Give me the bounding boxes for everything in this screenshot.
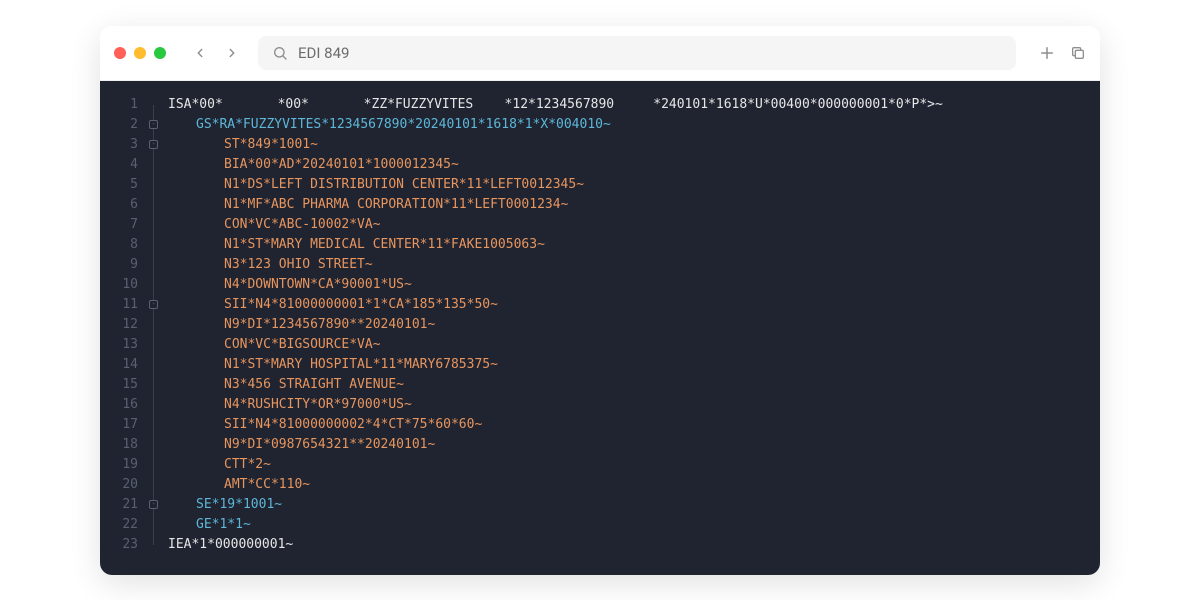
window-controls: [114, 47, 166, 59]
fold-toggle[interactable]: -: [149, 300, 158, 309]
code-line[interactable]: SII*N4*81000000002*4*CT*75*60*60~: [168, 415, 1080, 435]
chevron-left-icon: [193, 46, 207, 60]
line-number: 8: [100, 235, 138, 255]
line-number: 17: [100, 415, 138, 435]
new-tab-button[interactable]: [1038, 44, 1056, 62]
code-line[interactable]: N9*DI*1234567890**20240101~: [168, 315, 1080, 335]
code-line[interactable]: GE*1*1~: [168, 515, 1080, 535]
code-line[interactable]: N3*456 STRAIGHT AVENUE~: [168, 375, 1080, 395]
code-line[interactable]: N1*MF*ABC PHARMA CORPORATION*11*LEFT0001…: [168, 195, 1080, 215]
code-line[interactable]: SE*19*1001~: [168, 495, 1080, 515]
line-number: 4: [100, 155, 138, 175]
copy-icon: [1070, 45, 1086, 61]
fold-toggle[interactable]: -: [149, 140, 158, 149]
line-number: 5: [100, 175, 138, 195]
line-number: 12: [100, 315, 138, 335]
line-number: 15: [100, 375, 138, 395]
line-number: 13: [100, 335, 138, 355]
forward-button[interactable]: [220, 41, 244, 65]
editor-window: EDI 849 12345678910111213141516171819202…: [100, 26, 1100, 575]
code-line[interactable]: N1*DS*LEFT DISTRIBUTION CENTER*11*LEFT00…: [168, 175, 1080, 195]
line-number: 7: [100, 215, 138, 235]
code-line[interactable]: N1*ST*MARY MEDICAL CENTER*11*FAKE1005063…: [168, 235, 1080, 255]
code-line[interactable]: N4*RUSHCITY*OR*97000*US~: [168, 395, 1080, 415]
nav-arrows: [188, 41, 244, 65]
close-button[interactable]: [114, 47, 126, 59]
chevron-right-icon: [225, 46, 239, 60]
code-line[interactable]: IEA*1*000000001~: [168, 535, 1080, 555]
maximize-button[interactable]: [154, 47, 166, 59]
line-number-gutter: 1234567891011121314151617181920212223: [100, 95, 150, 555]
line-number: 23: [100, 535, 138, 555]
code-line[interactable]: N9*DI*0987654321**20240101~: [168, 435, 1080, 455]
fold-column: - - - -: [150, 95, 164, 555]
code-line[interactable]: SII*N4*81000000001*1*CA*185*135*50~: [168, 295, 1080, 315]
code-line[interactable]: CON*VC*ABC-10002*VA~: [168, 215, 1080, 235]
minimize-button[interactable]: [134, 47, 146, 59]
titlebar: EDI 849: [100, 26, 1100, 81]
code-line[interactable]: N3*123 OHIO STREET~: [168, 255, 1080, 275]
search-input[interactable]: EDI 849: [298, 44, 349, 62]
search-bar[interactable]: EDI 849: [258, 36, 1016, 70]
code-line[interactable]: N1*ST*MARY HOSPITAL*11*MARY6785375~: [168, 355, 1080, 375]
code-line[interactable]: CON*VC*BIGSOURCE*VA~: [168, 335, 1080, 355]
code-line[interactable]: AMT*CC*110~: [168, 475, 1080, 495]
back-button[interactable]: [188, 41, 212, 65]
line-number: 21: [100, 495, 138, 515]
line-number: 18: [100, 435, 138, 455]
line-number: 9: [100, 255, 138, 275]
code-line[interactable]: CTT*2~: [168, 455, 1080, 475]
fold-toggle[interactable]: -: [149, 500, 158, 509]
plus-icon: [1038, 44, 1056, 62]
copy-button[interactable]: [1070, 44, 1086, 62]
code-line[interactable]: ISA*00* *00* *ZZ*FUZZYVITES *12*12345678…: [168, 95, 1080, 115]
line-number: 2: [100, 115, 138, 135]
code-editor[interactable]: 1234567891011121314151617181920212223 - …: [100, 81, 1100, 575]
titlebar-actions: [1038, 44, 1086, 62]
fold-toggle[interactable]: -: [149, 120, 158, 129]
line-number: 14: [100, 355, 138, 375]
search-icon: [272, 45, 288, 61]
line-number: 16: [100, 395, 138, 415]
line-number: 6: [100, 195, 138, 215]
line-number: 11: [100, 295, 138, 315]
line-number: 1: [100, 95, 138, 115]
line-number: 10: [100, 275, 138, 295]
code-line[interactable]: ST*849*1001~: [168, 135, 1080, 155]
line-number: 22: [100, 515, 138, 535]
code-line[interactable]: BIA*00*AD*20240101*1000012345~: [168, 155, 1080, 175]
line-number: 20: [100, 475, 138, 495]
code-line[interactable]: GS*RA*FUZZYVITES*1234567890*20240101*161…: [168, 115, 1080, 135]
line-number: 19: [100, 455, 138, 475]
code-content[interactable]: ISA*00* *00* *ZZ*FUZZYVITES *12*12345678…: [164, 95, 1100, 555]
code-line[interactable]: N4*DOWNTOWN*CA*90001*US~: [168, 275, 1080, 295]
line-number: 3: [100, 135, 138, 155]
